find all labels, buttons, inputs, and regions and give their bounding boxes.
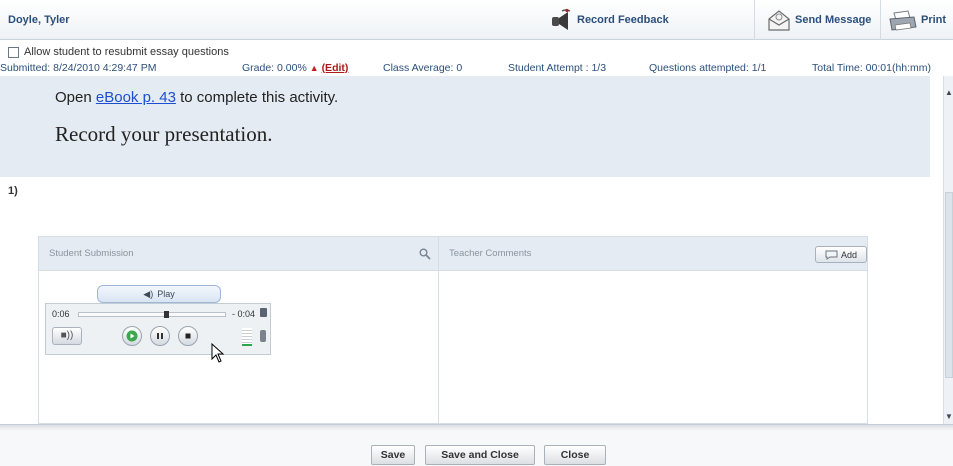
speaker-icon: ◀) bbox=[143, 288, 154, 299]
progress-knob[interactable] bbox=[164, 311, 169, 318]
play-button[interactable]: ◀) Play bbox=[97, 285, 221, 303]
printer-icon bbox=[889, 10, 917, 31]
ebook-link[interactable]: eBook p. 43 bbox=[96, 89, 176, 106]
mouse-cursor-icon bbox=[211, 343, 225, 363]
total-time: Total Time: 00:01(hh:mm) bbox=[812, 62, 932, 74]
stop-icon bbox=[185, 333, 191, 339]
warning-icon: ▲ bbox=[309, 63, 319, 73]
grade-value: Grade: 0.00% bbox=[242, 62, 307, 74]
comment-icon bbox=[825, 250, 838, 260]
questions-attempted: Questions attempted: 1/1 bbox=[649, 62, 767, 74]
grade-info: Grade: 0.00% ▲ (Edit) bbox=[242, 62, 348, 74]
record-feedback-icon bbox=[552, 8, 571, 30]
resubmit-option: Allow student to resubmit essay question… bbox=[8, 46, 229, 58]
level-meter bbox=[242, 328, 252, 346]
info-bar: Allow student to resubmit essay question… bbox=[0, 41, 953, 75]
zoom-icon[interactable] bbox=[419, 248, 431, 260]
resubmit-checkbox[interactable] bbox=[8, 46, 19, 58]
title-bar: Doyle, Tyler Record Feedback Send Messag… bbox=[0, 0, 953, 40]
stop-button[interactable] bbox=[178, 326, 198, 346]
progress-track[interactable] bbox=[78, 311, 226, 318]
add-comment-button[interactable]: Add bbox=[815, 246, 867, 263]
teacher-comments-header: Teacher Comments Add bbox=[439, 237, 867, 271]
record-feedback-button[interactable]: Record Feedback bbox=[548, 6, 669, 34]
envelope-icon bbox=[768, 10, 790, 31]
open-prefix: Open bbox=[55, 89, 96, 106]
delete-recording-icon[interactable] bbox=[260, 308, 267, 317]
microphone-icon bbox=[260, 330, 266, 342]
resubmit-label: Allow student to resubmit essay question… bbox=[24, 46, 229, 58]
add-label: Add bbox=[840, 249, 857, 260]
time-remaining: - 0:04 bbox=[232, 309, 256, 319]
submitted-date: Submitted: 8/24/2010 4:29:47 PM bbox=[0, 62, 157, 74]
save-button[interactable]: Save bbox=[371, 445, 415, 465]
vertical-scrollbar[interactable]: ▲ ▼ bbox=[943, 76, 953, 424]
play-icon bbox=[126, 330, 138, 342]
student-attempt: Student Attempt : 1/3 bbox=[508, 62, 607, 74]
scroll-down-icon[interactable]: ▼ bbox=[945, 412, 953, 422]
audio-player: 0:06 - 0:04 ■)) bbox=[45, 303, 271, 355]
open-suffix: to complete this activity. bbox=[175, 89, 339, 106]
student-name: Doyle, Tyler bbox=[8, 14, 70, 26]
print-button[interactable]: Print bbox=[888, 6, 946, 34]
class-average: Class Average: 0 bbox=[383, 62, 463, 74]
student-submission-title: Student Submission bbox=[49, 248, 134, 259]
send-message-button[interactable]: Send Message bbox=[766, 6, 871, 34]
close-button[interactable]: Close bbox=[544, 445, 606, 465]
scrollbar-thumb[interactable] bbox=[945, 192, 953, 378]
open-ebook-instruction: Open eBook p. 43 to complete this activi… bbox=[55, 89, 338, 106]
play-round-button[interactable] bbox=[122, 326, 142, 346]
record-feedback-label: Record Feedback bbox=[577, 14, 669, 26]
pause-button[interactable] bbox=[150, 326, 170, 346]
edit-grade-link[interactable]: (Edit) bbox=[322, 62, 349, 74]
footer-shadow bbox=[0, 425, 953, 431]
pause-icon bbox=[157, 333, 163, 339]
save-and-close-button[interactable]: Save and Close bbox=[425, 445, 535, 465]
toolbar-divider bbox=[880, 0, 881, 40]
play-label: Play bbox=[157, 289, 175, 299]
record-instruction: Record your presentation. bbox=[55, 122, 273, 146]
student-submission-header: Student Submission bbox=[39, 237, 438, 271]
prompt-box: Open eBook p. 43 to complete this activi… bbox=[0, 76, 930, 177]
toolbar-divider bbox=[754, 0, 755, 40]
print-label: Print bbox=[921, 14, 947, 26]
time-elapsed: 0:06 bbox=[52, 309, 70, 319]
footer-bar: Save Save and Close Close bbox=[0, 424, 953, 466]
content-area: Open eBook p. 43 to complete this activi… bbox=[0, 76, 943, 424]
scroll-up-icon[interactable]: ▲ bbox=[945, 88, 953, 98]
send-message-label: Send Message bbox=[795, 14, 872, 26]
question-number: 1) bbox=[8, 185, 18, 197]
volume-button[interactable]: ■)) bbox=[52, 327, 82, 345]
teacher-comments-title: Teacher Comments bbox=[449, 248, 532, 259]
submission-panels: Student Submission ◀) Play 0:06 - 0:04 ■… bbox=[38, 236, 868, 424]
